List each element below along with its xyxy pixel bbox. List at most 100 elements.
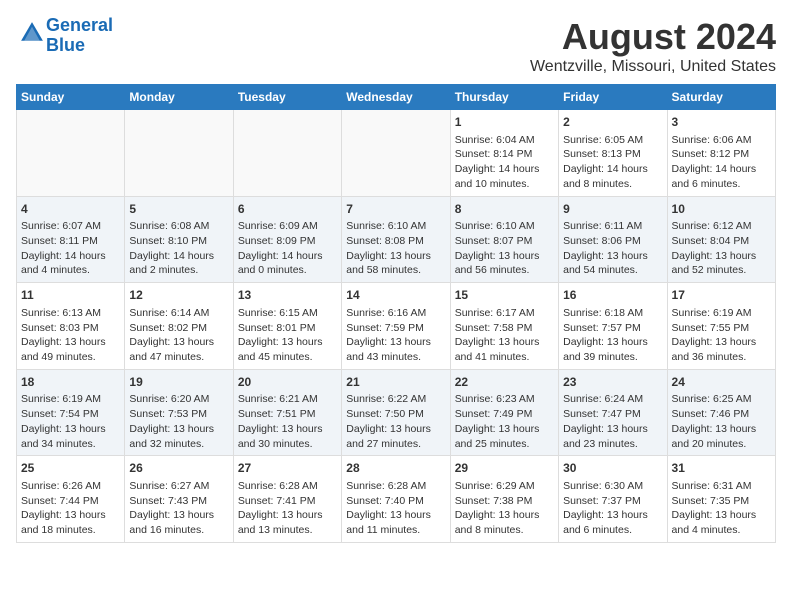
day-cell: 23Sunrise: 6:24 AMSunset: 7:47 PMDayligh…	[559, 369, 667, 456]
day-number: 16	[563, 287, 662, 304]
day-cell	[342, 110, 450, 197]
day-number: 2	[563, 114, 662, 131]
day-number: 22	[455, 374, 554, 391]
day-cell: 2 Sunrise: 6:05 AMSunset: 8:13 PMDaylight…	[559, 110, 667, 197]
day-number: 17	[672, 287, 771, 304]
day-info: Sunrise: 6:14 AMSunset: 8:02 PMDaylight:…	[129, 306, 228, 365]
day-number: 30	[563, 460, 662, 477]
day-number: 18	[21, 374, 120, 391]
day-number: 23	[563, 374, 662, 391]
logo-icon	[18, 19, 46, 47]
day-cell: 29 Sunrise: 6:29 AMSunset: 7:38 PMDayligh…	[450, 456, 558, 543]
day-cell: 19Sunrise: 6:20 AMSunset: 7:53 PMDayligh…	[125, 369, 233, 456]
day-cell: 11 Sunrise: 6:13 AMSunset: 8:03 PMDayligh…	[17, 283, 125, 370]
day-number: 29	[455, 460, 554, 477]
day-info: Sunrise: 6:17 AMSunset: 7:58 PMDaylight:…	[455, 306, 554, 365]
day-info: Sunrise: 6:26 AMSunset: 7:44 PMDaylight:…	[21, 479, 120, 538]
day-number: 14	[346, 287, 445, 304]
day-cell: 8Sunrise: 6:10 AMSunset: 8:07 PMDaylight…	[450, 196, 558, 283]
day-number: 4	[21, 201, 120, 218]
logo-text: General Blue	[46, 16, 113, 56]
day-info: Sunrise: 6:08 AMSunset: 8:10 PMDaylight:…	[129, 219, 228, 278]
week-row-5: 25 Sunrise: 6:26 AMSunset: 7:44 PMDayligh…	[17, 456, 776, 543]
day-number: 20	[238, 374, 337, 391]
day-info: Sunrise: 6:20 AMSunset: 7:53 PMDaylight:…	[129, 392, 228, 451]
day-cell: 7Sunrise: 6:10 AMSunset: 8:08 PMDaylight…	[342, 196, 450, 283]
day-cell: 27 Sunrise: 6:28 AMSunset: 7:41 PMDayligh…	[233, 456, 341, 543]
day-cell: 5Sunrise: 6:08 AMSunset: 8:10 PMDaylight…	[125, 196, 233, 283]
day-info: Sunrise: 6:27 AMSunset: 7:43 PMDaylight:…	[129, 479, 228, 538]
day-info: Sunrise: 6:06 AMSunset: 8:12 PMDaylight:…	[672, 133, 771, 192]
day-info: Sunrise: 6:31 AMSunset: 7:35 PMDaylight:…	[672, 479, 771, 538]
day-cell	[17, 110, 125, 197]
day-cell: 30 Sunrise: 6:30 AMSunset: 7:37 PMDayligh…	[559, 456, 667, 543]
day-cell: 1Sunrise: 6:04 AMSunset: 8:14 PMDaylight…	[450, 110, 558, 197]
day-number: 5	[129, 201, 228, 218]
week-row-2: 4Sunrise: 6:07 AMSunset: 8:11 PMDaylight…	[17, 196, 776, 283]
title-block: August 2024 Wentzville, Missouri, United…	[530, 16, 776, 76]
day-cell	[233, 110, 341, 197]
day-header-wednesday: Wednesday	[342, 85, 450, 110]
day-info: Sunrise: 6:29 AMSunset: 7:38 PMDaylight:…	[455, 479, 554, 538]
day-info: Sunrise: 6:24 AMSunset: 7:47 PMDaylight:…	[563, 392, 662, 451]
day-info: Sunrise: 6:09 AMSunset: 8:09 PMDaylight:…	[238, 219, 337, 278]
day-info: Sunrise: 6:07 AMSunset: 8:11 PMDaylight:…	[21, 219, 120, 278]
day-number: 25	[21, 460, 120, 477]
day-number: 13	[238, 287, 337, 304]
calendar-table: SundayMondayTuesdayWednesdayThursdayFrid…	[16, 84, 776, 543]
week-row-1: 1Sunrise: 6:04 AMSunset: 8:14 PMDaylight…	[17, 110, 776, 197]
day-cell: 28Sunrise: 6:28 AMSunset: 7:40 PMDayligh…	[342, 456, 450, 543]
day-info: Sunrise: 6:18 AMSunset: 7:57 PMDaylight:…	[563, 306, 662, 365]
day-cell: 22Sunrise: 6:23 AMSunset: 7:49 PMDayligh…	[450, 369, 558, 456]
day-number: 26	[129, 460, 228, 477]
day-cell: 20Sunrise: 6:21 AMSunset: 7:51 PMDayligh…	[233, 369, 341, 456]
week-row-3: 11 Sunrise: 6:13 AMSunset: 8:03 PMDayligh…	[17, 283, 776, 370]
day-cell: 31 Sunrise: 6:31 AMSunset: 7:35 PMDayligh…	[667, 456, 775, 543]
day-cell: 18Sunrise: 6:19 AMSunset: 7:54 PMDayligh…	[17, 369, 125, 456]
day-info: Sunrise: 6:05 AMSunset: 8:13 PMDaylight:…	[563, 133, 662, 192]
day-number: 11	[21, 287, 120, 304]
day-cell: 26 Sunrise: 6:27 AMSunset: 7:43 PMDayligh…	[125, 456, 233, 543]
day-info: Sunrise: 6:19 AMSunset: 7:55 PMDaylight:…	[672, 306, 771, 365]
day-info: Sunrise: 6:04 AMSunset: 8:14 PMDaylight:…	[455, 133, 554, 192]
day-info: Sunrise: 6:21 AMSunset: 7:51 PMDaylight:…	[238, 392, 337, 451]
page-header: General Blue August 2024 Wentzville, Mis…	[16, 16, 776, 76]
day-info: Sunrise: 6:30 AMSunset: 7:37 PMDaylight:…	[563, 479, 662, 538]
day-info: Sunrise: 6:23 AMSunset: 7:49 PMDaylight:…	[455, 392, 554, 451]
day-info: Sunrise: 6:22 AMSunset: 7:50 PMDaylight:…	[346, 392, 445, 451]
day-cell: 14Sunrise: 6:16 AMSunset: 7:59 PMDayligh…	[342, 283, 450, 370]
day-cell: 6Sunrise: 6:09 AMSunset: 8:09 PMDaylight…	[233, 196, 341, 283]
day-number: 19	[129, 374, 228, 391]
day-cell: 3Sunrise: 6:06 AMSunset: 8:12 PMDaylight…	[667, 110, 775, 197]
logo-blue: Blue	[46, 35, 85, 55]
day-info: Sunrise: 6:13 AMSunset: 8:03 PMDaylight:…	[21, 306, 120, 365]
main-title: August 2024	[530, 16, 776, 58]
day-header-friday: Friday	[559, 85, 667, 110]
day-header-sunday: Sunday	[17, 85, 125, 110]
day-info: Sunrise: 6:11 AMSunset: 8:06 PMDaylight:…	[563, 219, 662, 278]
day-cell: 9Sunrise: 6:11 AMSunset: 8:06 PMDaylight…	[559, 196, 667, 283]
day-cell: 10Sunrise: 6:12 AMSunset: 8:04 PMDayligh…	[667, 196, 775, 283]
day-cell	[125, 110, 233, 197]
day-number: 31	[672, 460, 771, 477]
day-info: Sunrise: 6:10 AMSunset: 8:07 PMDaylight:…	[455, 219, 554, 278]
day-info: Sunrise: 6:28 AMSunset: 7:41 PMDaylight:…	[238, 479, 337, 538]
day-number: 9	[563, 201, 662, 218]
day-header-thursday: Thursday	[450, 85, 558, 110]
day-info: Sunrise: 6:25 AMSunset: 7:46 PMDaylight:…	[672, 392, 771, 451]
day-info: Sunrise: 6:10 AMSunset: 8:08 PMDaylight:…	[346, 219, 445, 278]
day-cell: 21Sunrise: 6:22 AMSunset: 7:50 PMDayligh…	[342, 369, 450, 456]
day-header-saturday: Saturday	[667, 85, 775, 110]
day-cell: 17 Sunrise: 6:19 AMSunset: 7:55 PMDayligh…	[667, 283, 775, 370]
day-number: 7	[346, 201, 445, 218]
day-cell: 24Sunrise: 6:25 AMSunset: 7:46 PMDayligh…	[667, 369, 775, 456]
day-number: 27	[238, 460, 337, 477]
day-cell: 13 Sunrise: 6:15 AMSunset: 8:01 PMDayligh…	[233, 283, 341, 370]
subtitle: Wentzville, Missouri, United States	[530, 58, 776, 76]
day-cell: 15Sunrise: 6:17 AMSunset: 7:58 PMDayligh…	[450, 283, 558, 370]
day-cell: 12Sunrise: 6:14 AMSunset: 8:02 PMDayligh…	[125, 283, 233, 370]
day-cell: 25 Sunrise: 6:26 AMSunset: 7:44 PMDayligh…	[17, 456, 125, 543]
day-info: Sunrise: 6:15 AMSunset: 8:01 PMDaylight:…	[238, 306, 337, 365]
day-cell: 4Sunrise: 6:07 AMSunset: 8:11 PMDaylight…	[17, 196, 125, 283]
day-number: 6	[238, 201, 337, 218]
